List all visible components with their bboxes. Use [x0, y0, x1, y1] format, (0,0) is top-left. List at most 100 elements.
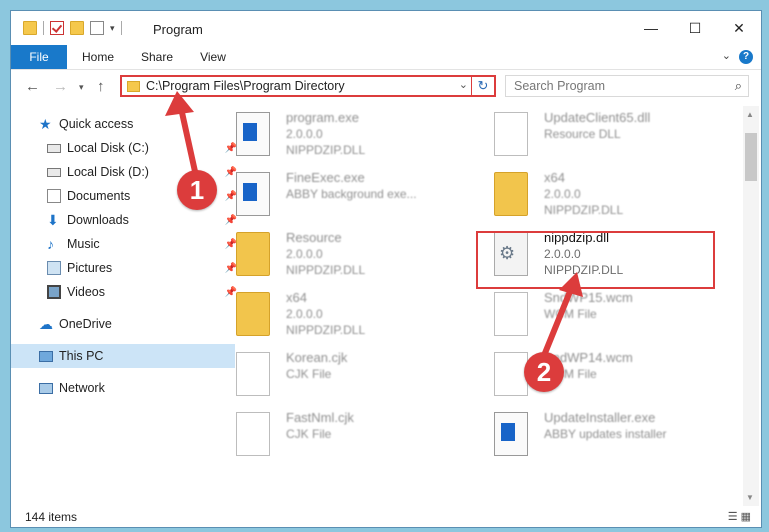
file-name: UpdateClient65.dll [544, 110, 651, 125]
sidebar-item-onedrive[interactable]: ☁ OneDrive [11, 312, 235, 336]
address-path[interactable]: C:\Program Files\Program Directory [146, 79, 345, 93]
customize-toolbar-icon[interactable] [90, 21, 104, 35]
sidebar-item-label: Local Disk (D:) [67, 165, 149, 179]
file-name: x64 [544, 170, 565, 185]
tab-share[interactable]: Share [131, 45, 183, 69]
sidebar-item-label: OneDrive [59, 317, 112, 331]
file-detail: Resource DLL [544, 127, 621, 141]
file-detail: 2.0.0.0 [544, 187, 581, 201]
file-detail: 2.0.0.0 [286, 247, 323, 261]
file-detail: NIPPDZIP.DLL [286, 323, 366, 337]
file-detail: NIPPDZIP.DLL [286, 263, 366, 277]
file-item[interactable]: Resource 2.0.0.0 NIPPDZIP.DLL [216, 226, 456, 284]
file-item[interactable]: x64 2.0.0.0 NIPPDZIP.DLL [474, 166, 714, 224]
file-detail: 2.0.0.0 [286, 307, 323, 321]
sidebar-item-videos[interactable]: Videos 📌 [11, 280, 243, 304]
tab-file[interactable]: File [11, 45, 67, 69]
search-placeholder: Search Program [514, 79, 606, 93]
file-item[interactable]: SndWP14.wcm WCM File [474, 346, 714, 404]
sidebar-item-quick-access[interactable]: ★ Quick access [11, 112, 235, 136]
window-title: Program [153, 22, 203, 37]
sidebar-item-downloads[interactable]: ⬇ Downloads 📌 [11, 208, 243, 232]
scrollbar-thumb[interactable] [745, 133, 757, 181]
forward-icon[interactable]: → [53, 78, 68, 95]
file-item[interactable]: FastNml.cjk CJK File [216, 406, 456, 464]
file-item[interactable]: FineExec.exe ABBY background exe... [216, 166, 456, 224]
music-icon: ♪ [47, 236, 54, 252]
file-icon [236, 352, 270, 396]
view-toggle[interactable]: ☰ ▦ [728, 510, 751, 523]
file-detail: ABBY updates installer [544, 427, 667, 441]
sidebar-item-music[interactable]: ♪ Music 📌 [11, 232, 243, 256]
onedrive-icon: ☁ [39, 316, 53, 332]
annotation-badge-1: 1 [177, 170, 217, 210]
close-icon[interactable]: ✕ [717, 11, 761, 45]
search-icon[interactable]: ⌕ [735, 78, 742, 94]
folder-icon [236, 292, 270, 336]
file-name: Resource [286, 230, 342, 245]
drive-icon [47, 167, 61, 177]
scroll-up-icon[interactable]: ▲ [746, 110, 754, 119]
sidebar-item-label: Local Disk (C:) [67, 141, 149, 155]
minimize-icon[interactable]: — [629, 11, 673, 45]
chevron-down-icon[interactable]: ⌄ [722, 49, 731, 62]
highlight-box [476, 231, 715, 289]
file-name: FineExec.exe [286, 170, 365, 185]
sidebar-item-this-pc[interactable]: This PC [11, 344, 235, 368]
sidebar-item-label: Network [59, 381, 105, 395]
up-icon[interactable]: ↑ [97, 78, 105, 95]
file-detail: ABBY background exe... [286, 187, 417, 201]
vertical-scrollbar[interactable]: ▲ ▼ [743, 106, 759, 506]
documents-icon [47, 189, 61, 203]
chevron-down-icon[interactable]: ⌄ [459, 78, 468, 91]
search-input[interactable]: Search Program ⌕ [505, 75, 749, 97]
window-controls: — ☐ ✕ [629, 11, 761, 45]
sidebar-item-pictures[interactable]: Pictures 📌 [11, 256, 243, 280]
new-folder-icon[interactable] [70, 21, 84, 35]
file-item[interactable]: UpdateClient65.dll Resource DLL [474, 106, 714, 164]
refresh-icon[interactable]: ↻ [471, 77, 494, 95]
sidebar-item-label: Quick access [59, 117, 134, 131]
file-name: Korean.cjk [286, 350, 348, 365]
file-item[interactable]: x64 2.0.0.0 NIPPDZIP.DLL [216, 286, 456, 344]
sidebar-item-label: Pictures [67, 261, 113, 275]
chevron-down-icon[interactable]: ▾ [110, 23, 115, 34]
properties-icon[interactable] [50, 21, 64, 35]
drive-icon [47, 143, 61, 153]
back-icon[interactable]: ← [25, 78, 40, 95]
exe-icon [494, 412, 528, 456]
file-name: SndWP15.wcm [544, 290, 633, 305]
file-icon [494, 352, 528, 396]
recent-locations-icon[interactable]: ▾ [79, 82, 84, 93]
folder-icon [494, 172, 528, 216]
folder-icon[interactable] [23, 21, 37, 35]
tab-home[interactable]: Home [73, 45, 123, 69]
maximize-icon[interactable]: ☐ [673, 11, 717, 45]
file-name: x64 [286, 290, 307, 305]
address-bar[interactable]: C:\Program Files\Program Directory ⌄ ↻ [120, 75, 496, 97]
status-bar: 144 items ☰ ▦ [11, 506, 761, 527]
file-detail: NIPPDZIP.DLL [286, 143, 366, 157]
sidebar-item-network[interactable]: Network [11, 376, 235, 400]
file-item[interactable]: SndWP15.wcm WCM File [474, 286, 714, 344]
item-count: 144 items [25, 510, 78, 524]
file-list: program.exe 2.0.0.0 NIPPDZIP.DLL FineExe… [216, 106, 741, 506]
file-icon [494, 292, 528, 336]
help-icon[interactable]: ? [739, 50, 753, 64]
download-icon: ⬇ [47, 212, 59, 228]
file-item[interactable]: program.exe 2.0.0.0 NIPPDZIP.DLL [216, 106, 456, 164]
navigation-bar: ← → ▾ ↑ C:\Program Files\Program Directo… [11, 70, 761, 104]
file-detail: NIPPDZIP.DLL [544, 203, 624, 217]
folder-icon [127, 81, 140, 92]
scroll-down-icon[interactable]: ▼ [746, 493, 754, 502]
tab-view[interactable]: View [191, 45, 235, 69]
sidebar-item-local-disk-c[interactable]: Local Disk (C:) 📌 [11, 136, 243, 160]
file-icon [236, 412, 270, 456]
dll-icon [494, 112, 528, 156]
videos-icon [47, 285, 61, 299]
network-icon [39, 382, 53, 394]
file-name: program.exe [286, 110, 359, 125]
quick-access-toolbar: ▾ [23, 21, 122, 35]
file-item[interactable]: Korean.cjk CJK File [216, 346, 456, 404]
file-item[interactable]: UpdateInstaller.exe ABBY updates install… [474, 406, 714, 464]
